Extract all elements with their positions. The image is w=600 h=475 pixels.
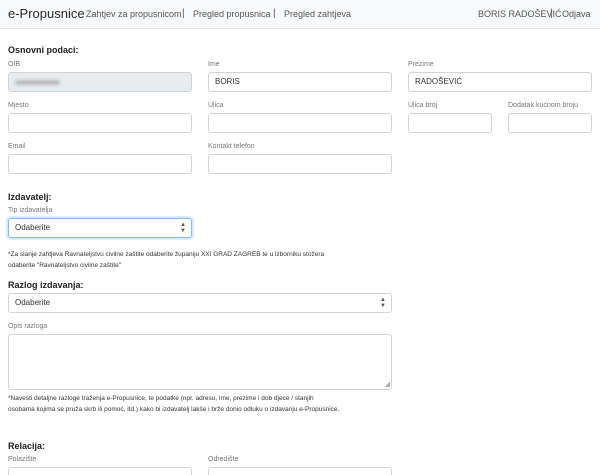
- oib-field: [8, 72, 192, 92]
- prezime-label: Prezime: [408, 61, 434, 68]
- opis-razloga-label: Opis razloga: [8, 323, 48, 330]
- top-navbar: e-Propusnice Zahtjev za propusnicom | Pr…: [0, 0, 600, 29]
- mjesto-label: Mjesto: [8, 102, 29, 109]
- section-title-razlog: Razlog izdavanja:: [8, 280, 84, 290]
- tip-izdavatelja-select[interactable]: Odaberite ▲ ▼: [8, 218, 192, 238]
- user-name[interactable]: BORIS RADOŠEVIĆ: [478, 9, 562, 19]
- razlog-note: *Navesti detaljne razloge traženja e-Pro…: [8, 395, 340, 413]
- nav-link-zahtjev[interactable]: Zahtjev za propusnicom: [86, 9, 182, 19]
- opis-razloga-textarea[interactable]: ◢: [8, 334, 392, 390]
- ime-label: Ime: [208, 61, 220, 68]
- izdavatelj-note: *Za slanje zahtjeva Ravnateljstvu civiln…: [8, 251, 325, 269]
- logout-link[interactable]: Odjava: [562, 9, 591, 19]
- section-title-basic: Osnovni podaci:: [8, 45, 79, 55]
- ulica-broj-label: Ulica broj: [408, 102, 438, 109]
- nav-separator: |: [182, 8, 185, 19]
- section-title-relacija: Relacija:: [8, 441, 46, 451]
- polaziste-field[interactable]: [8, 467, 192, 475]
- razlog-value: Odaberite: [15, 298, 51, 307]
- razlog-select[interactable]: Odaberite ▲ ▼: [8, 293, 392, 313]
- dodatak-label: Dodatak kućnom broju: [508, 102, 579, 109]
- select-arrows-icon: ▲ ▼: [380, 297, 386, 309]
- odrediste-field[interactable]: [208, 467, 392, 475]
- email-label: Email: [8, 143, 26, 150]
- mjesto-field[interactable]: [8, 113, 192, 133]
- email-field[interactable]: [8, 154, 192, 174]
- odrediste-label: Odredište: [208, 456, 239, 463]
- nav-separator: |: [550, 8, 553, 19]
- nav-separator: |: [273, 8, 276, 19]
- dodatak-field[interactable]: [508, 113, 592, 133]
- brand-logo[interactable]: e-Propusnice: [8, 6, 85, 21]
- prezime-field[interactable]: RADOŠEVIĆ: [408, 72, 592, 92]
- polaziste-label: Polazište: [8, 456, 37, 463]
- ulica-field[interactable]: [208, 113, 392, 133]
- ime-field[interactable]: BORIS: [208, 72, 392, 92]
- select-arrows-icon: ▲ ▼: [180, 222, 186, 234]
- section-title-izdavatelj: Izdavatelj:: [8, 192, 52, 202]
- oib-redacted: [15, 80, 60, 85]
- kontakt-label: Kontakt telefon: [208, 143, 255, 150]
- nav-link-pregled-zahtjeva[interactable]: Pregled zahtjeva: [284, 9, 351, 19]
- nav-link-pregled-propusnica[interactable]: Pregled propusnica: [193, 9, 271, 19]
- tip-izdavatelja-label: Tip izdavatelja: [8, 207, 53, 214]
- oib-label: OIB: [8, 61, 21, 68]
- ulica-broj-field[interactable]: [408, 113, 492, 133]
- resize-handle-icon[interactable]: ◢: [385, 380, 390, 388]
- kontakt-telefon-field[interactable]: [208, 154, 392, 174]
- ulica-label: Ulica: [208, 102, 224, 109]
- tip-izdavatelja-value: Odaberite: [15, 223, 51, 232]
